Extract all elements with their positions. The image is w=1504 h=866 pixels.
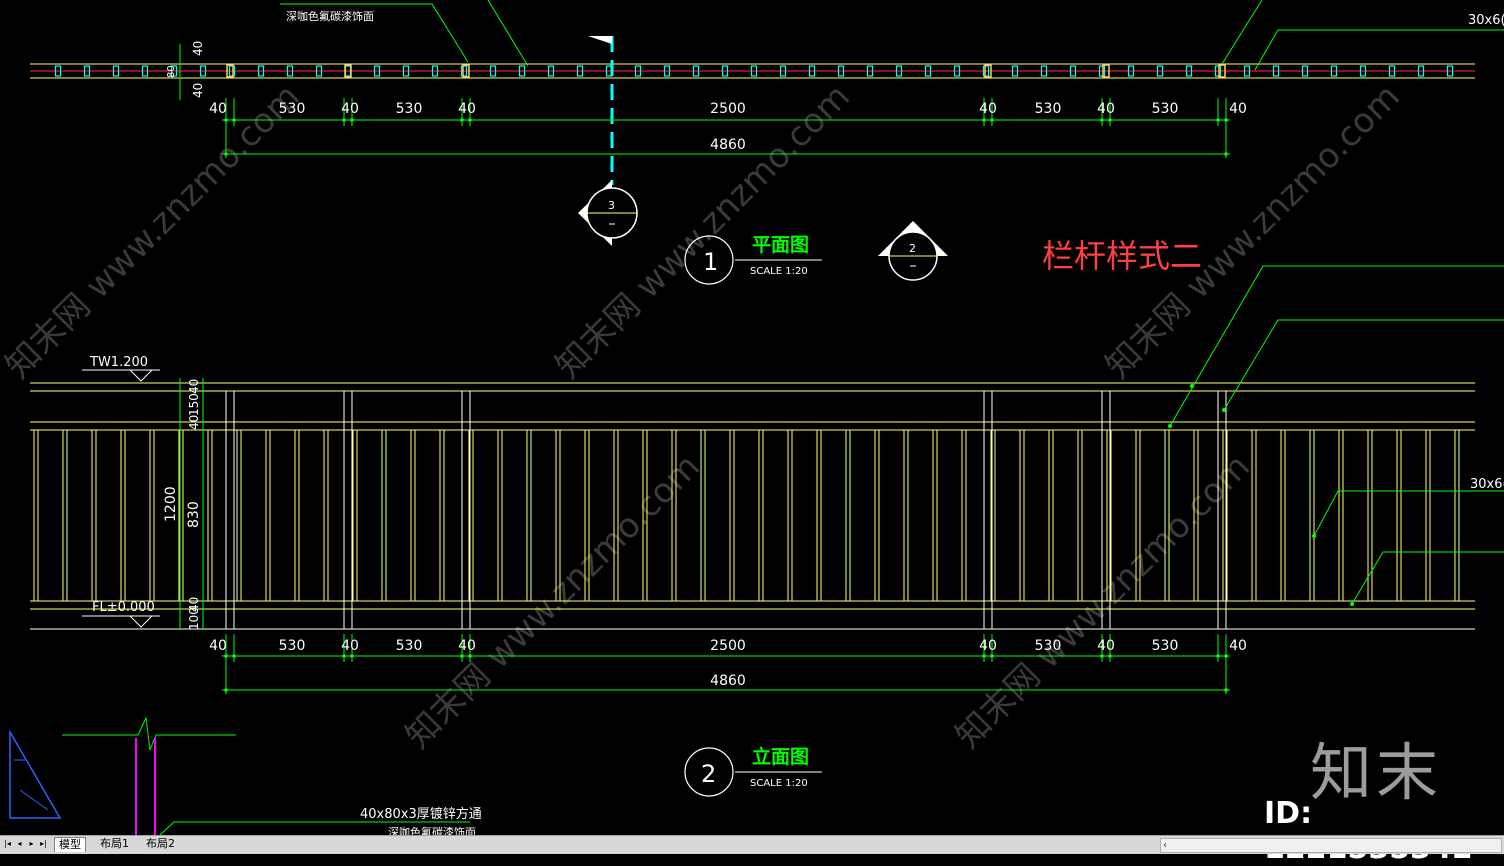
dimension-label: 530 — [279, 101, 306, 117]
level-top: TW1.200 — [89, 355, 148, 370]
dimension-dot — [1216, 118, 1220, 122]
dimension-dot — [342, 118, 346, 122]
dimension-dot — [982, 654, 986, 658]
dimension-label: 530 — [279, 638, 306, 654]
elevation-view: TW1.200 FL±0.000 40 150 40 1200 830 100 … — [30, 265, 1504, 630]
dimension-label: 40 — [209, 638, 227, 654]
dimension-label: 530 — [1152, 101, 1179, 117]
elev-vdim-150: 150 — [187, 393, 201, 416]
elev-vdim-1200: 1200 — [163, 486, 179, 522]
watermark-layer: 知末网 www.znzmo.com 知末网 www.znzmo.com 知末网 … — [0, 77, 1408, 757]
dimension-dot — [224, 688, 228, 692]
dimension-label: 40 — [1097, 638, 1115, 654]
dimension-label: 40 — [458, 101, 476, 117]
dimension-total-label: 4860 — [710, 673, 746, 689]
elevation-dimension-row: 40 530 40 530 40 2500 40 530 40 530 40 4860 — [209, 634, 1247, 694]
next-tab-button[interactable]: ▸ — [26, 838, 37, 850]
dimension-dot — [468, 118, 472, 122]
dimension-dot — [1224, 688, 1228, 692]
elev-vdim-830: 830 — [186, 501, 202, 528]
dimension-dot — [342, 654, 346, 658]
dimension-label: 40 — [979, 638, 997, 654]
section-number-2: 2 — [909, 242, 916, 255]
plan-dimension-row: 40 530 40 530 40 2500 40 530 40 530 40 4860 — [209, 98, 1247, 158]
section-number-3: 3 — [608, 199, 615, 212]
bottom-note-tube: 40x80x3厚镀锌方通 — [360, 806, 482, 822]
dimension-dot — [1108, 118, 1112, 122]
plan-label: 平面图 — [752, 234, 809, 256]
dimension-label: 2500 — [710, 101, 746, 117]
elev-vdim-40b: 40 — [187, 415, 201, 430]
dimension-label: 40 — [979, 101, 997, 117]
horizontal-scrollbar[interactable]: ‹ — [1160, 838, 1502, 853]
dimension-dot — [1100, 654, 1104, 658]
elevation-title-block: 2 立面图 SCALE 1:20 — [684, 745, 822, 797]
plan-vdim-bot: 40 — [191, 83, 205, 98]
plan-number: 1 — [703, 248, 718, 276]
plan-vdim-top: 40 — [191, 41, 205, 56]
dimension-dot — [350, 118, 354, 122]
scroll-left-icon[interactable]: ‹ — [1163, 839, 1167, 852]
layout-tab-bar: |◂ ◂ ▸ ▸| 模型 布局1 布局2 ‹ — [0, 835, 1504, 854]
elev-vdim-top: 40 — [187, 379, 201, 394]
watermark-text: 知末网 www.znzmo.com — [1098, 77, 1408, 387]
elevation-label: 立面图 — [752, 745, 809, 768]
section-symbol-2: 2 — [878, 221, 948, 281]
dimension-label: 40 — [341, 101, 359, 117]
elevation-scale: SCALE 1:20 — [750, 778, 808, 789]
elev-note-tube: 30x6( — [1470, 477, 1504, 492]
dimension-dot — [460, 118, 464, 122]
elevation-pickets — [33, 430, 1460, 601]
dimension-dot — [1224, 152, 1228, 156]
elevation-number: 2 — [701, 760, 716, 788]
dimension-total-label: 4860 — [710, 137, 746, 153]
prev-tab-button[interactable]: ◂ — [14, 838, 25, 850]
dimension-label: 40 — [458, 638, 476, 654]
dimension-dot — [468, 654, 472, 658]
dimension-dot — [224, 152, 228, 156]
tab-model[interactable]: 模型 — [54, 837, 86, 852]
dimension-label: 2500 — [710, 638, 746, 654]
watermark-text: 知末网 www.znzmo.com — [398, 447, 708, 757]
level-bottom: FL±0.000 — [92, 600, 155, 615]
plan-scale: SCALE 1:20 — [750, 266, 808, 277]
dimension-label: 40 — [1097, 101, 1115, 117]
section-symbol-3: 3 — [578, 180, 638, 246]
dimension-label: 530 — [1035, 101, 1062, 117]
dimension-label: 40 — [341, 638, 359, 654]
watermark-text: 知末网 www.znzmo.com — [0, 77, 308, 387]
last-tab-button[interactable]: ▸| — [38, 838, 49, 850]
plan-note-finish: 深咖色氟碳漆饰面 — [286, 9, 374, 23]
brand-id: ID: 1221535342 — [1264, 796, 1473, 866]
dimension-label: 530 — [1152, 638, 1179, 654]
dimension-dot — [460, 654, 464, 658]
dimension-label: 530 — [1035, 638, 1062, 654]
dimension-label: 40 — [1229, 638, 1247, 654]
elev-vdim-40c: 40 — [187, 597, 201, 612]
dimension-dot — [232, 654, 236, 658]
cad-drawing-canvas[interactable]: 知末网 www.znzmo.com 知末网 www.znzmo.com 知末网 … — [0, 0, 1504, 853]
dimension-label: 530 — [396, 101, 423, 117]
dimension-label: 530 — [396, 638, 423, 654]
dimension-dot — [990, 654, 994, 658]
first-tab-button[interactable]: |◂ — [2, 838, 13, 850]
dimension-dot — [1108, 654, 1112, 658]
plan-note-tube: 30x6( — [1468, 13, 1504, 28]
plan-vdim-mid: 80 — [166, 65, 177, 78]
tab-layout2[interactable]: 布局2 — [142, 837, 179, 851]
dimension-dot — [982, 118, 986, 122]
dimension-dot — [350, 654, 354, 658]
dimension-dot — [232, 118, 236, 122]
dimension-dot — [1100, 118, 1104, 122]
dimension-dot — [1216, 654, 1220, 658]
dimension-label: 40 — [209, 101, 227, 117]
tab-layout1[interactable]: 布局1 — [96, 837, 133, 851]
elevation-posts — [225, 391, 1227, 629]
drawing-title: 栏杆样式二 — [1042, 237, 1202, 275]
dimension-label: 40 — [1229, 101, 1247, 117]
dimension-dot — [990, 118, 994, 122]
